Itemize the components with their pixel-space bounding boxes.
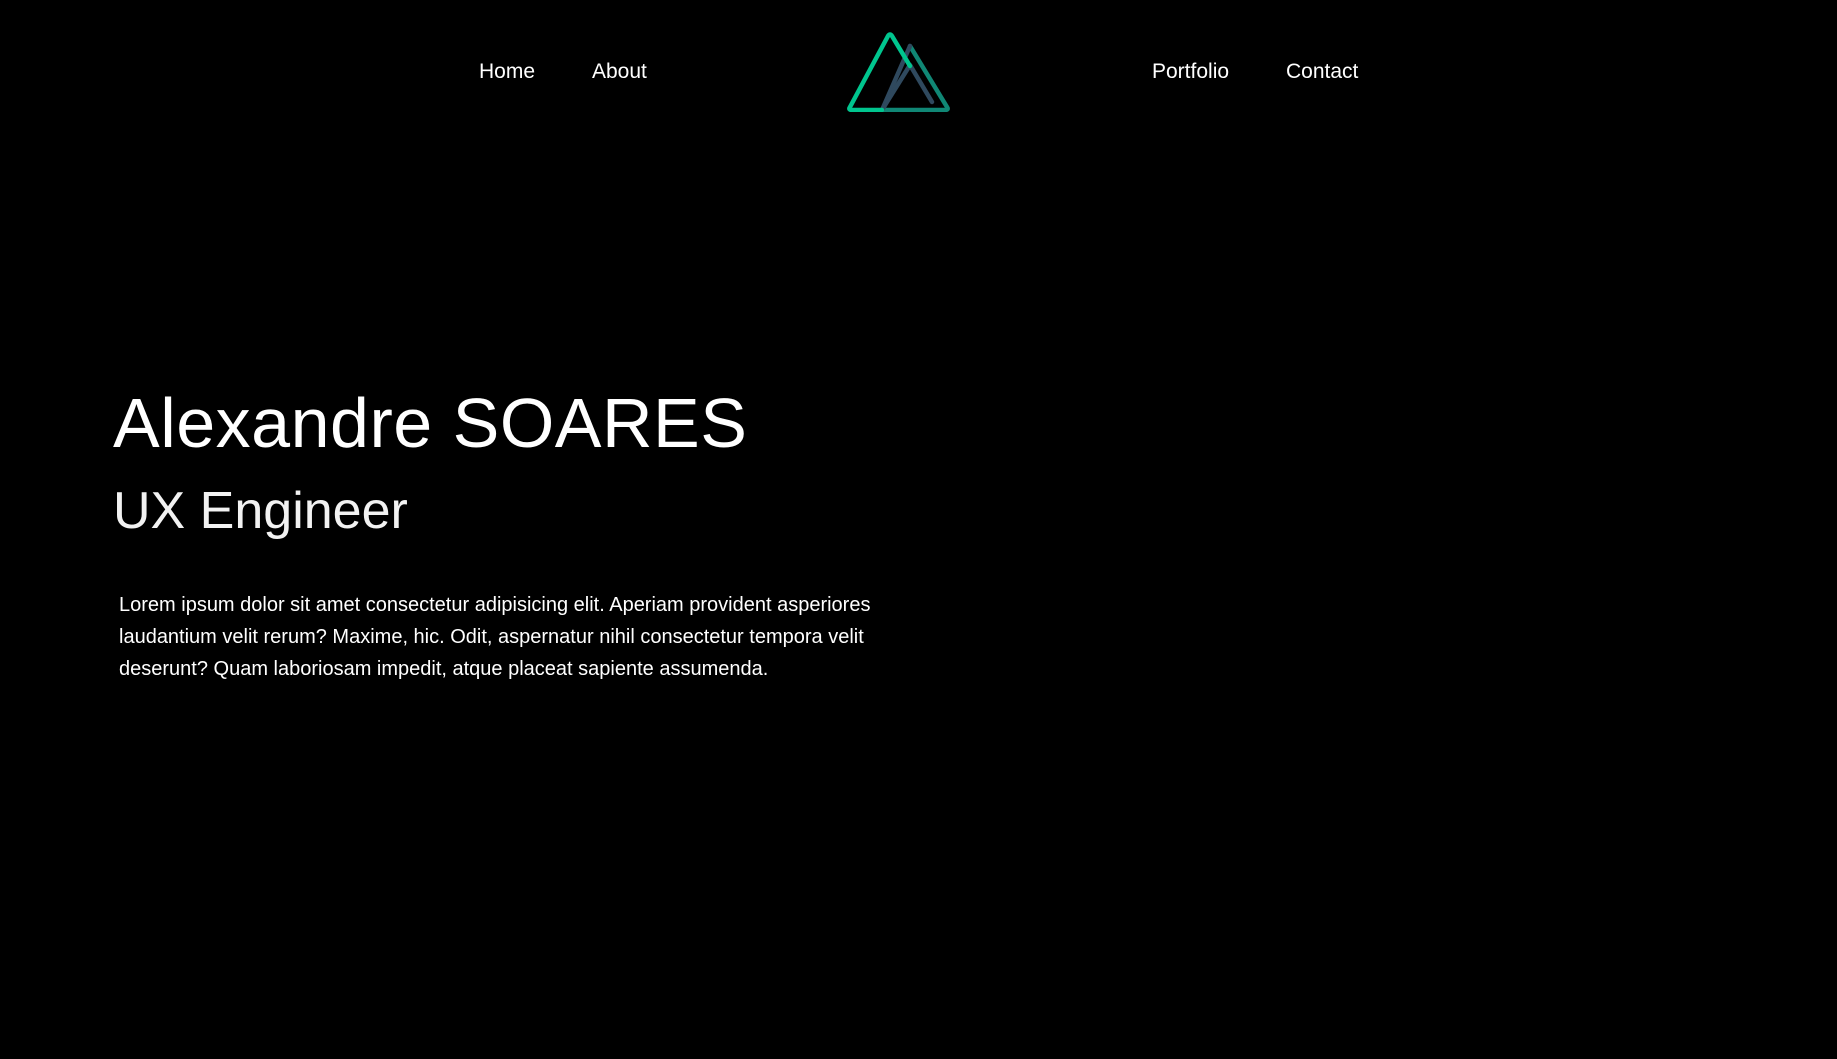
page: Home About Portfolio Contact Alexandre S… (0, 0, 1837, 1059)
logo-link[interactable] (846, 30, 951, 113)
nav-link-about[interactable]: About (592, 58, 647, 86)
nav-link-home[interactable]: Home (479, 58, 535, 86)
nav-link-portfolio[interactable]: Portfolio (1152, 58, 1229, 86)
mountain-logo-icon (847, 32, 950, 113)
nav-link-contact[interactable]: Contact (1286, 58, 1358, 86)
hero-description: Lorem ipsum dolor sit amet consectetur a… (119, 594, 871, 680)
hero-name: Alexandre SOARES (113, 384, 748, 462)
hero-role: UX Engineer (113, 482, 408, 540)
